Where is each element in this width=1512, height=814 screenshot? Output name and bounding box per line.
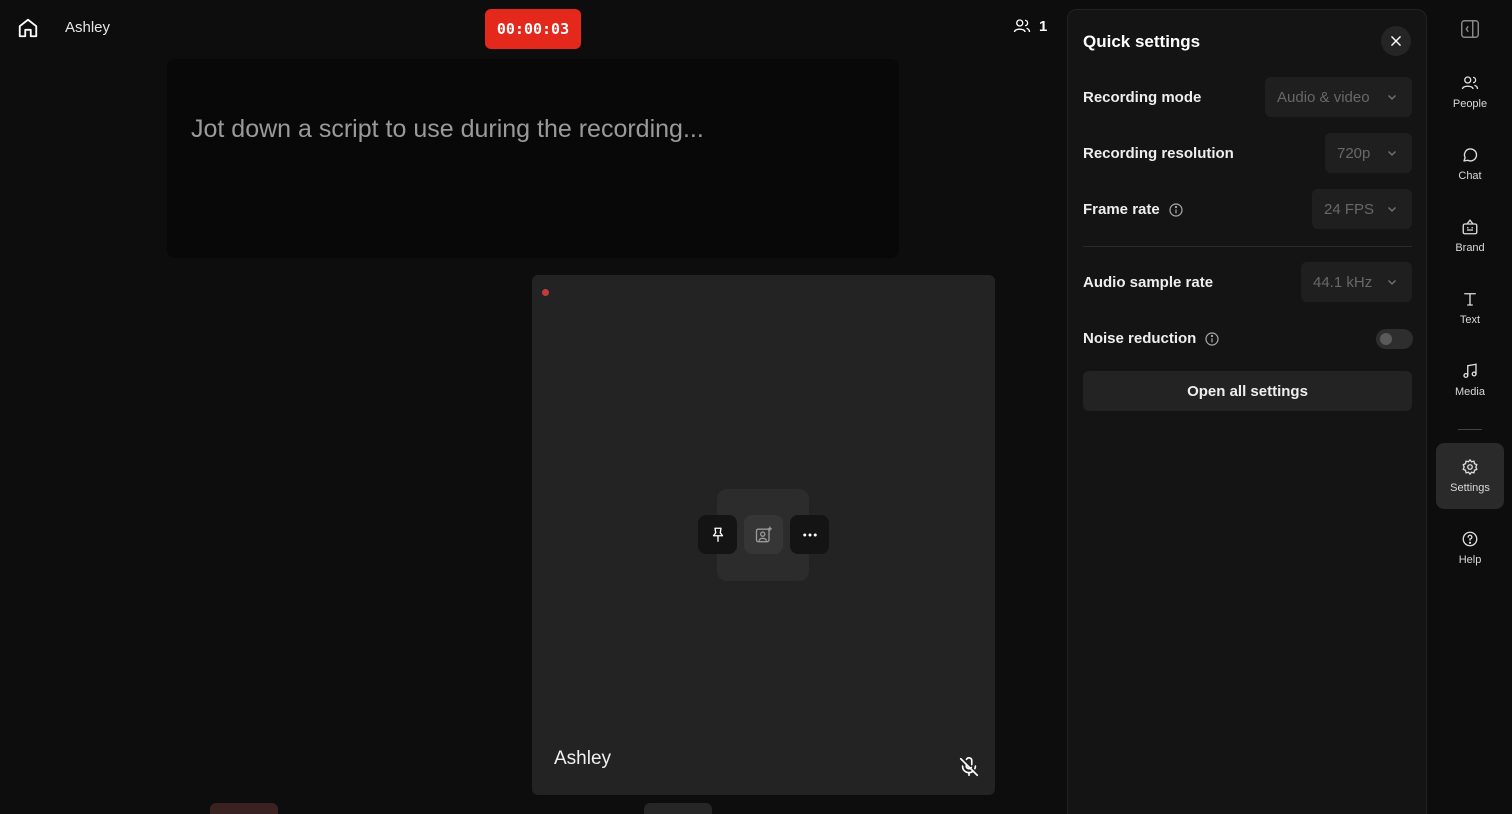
frame-rate-text: Frame rate bbox=[1083, 201, 1160, 218]
recording-mode-label: Recording mode bbox=[1083, 89, 1201, 106]
rail-label: Chat bbox=[1458, 170, 1482, 182]
sidebar-toggle-icon bbox=[1461, 20, 1479, 38]
text-icon bbox=[1464, 293, 1476, 306]
rail-label: Settings bbox=[1450, 482, 1490, 494]
studio-name: Ashley bbox=[65, 19, 111, 36]
noise-reduction-toggle[interactable] bbox=[1376, 329, 1413, 349]
participant-count: 1 bbox=[1039, 17, 1048, 35]
frame-rate-value: 24 FPS bbox=[1324, 200, 1375, 218]
toggle-sidebar-button[interactable] bbox=[1459, 18, 1481, 40]
recording-mode-select[interactable]: Audio & video bbox=[1265, 77, 1412, 117]
participant-count-button[interactable]: 1 bbox=[1013, 17, 1047, 35]
recording-mode-value: Audio & video bbox=[1277, 88, 1370, 106]
image-add-icon bbox=[755, 526, 772, 542]
home-icon bbox=[18, 18, 38, 38]
chevron-down-icon bbox=[1388, 280, 1396, 285]
more-options-button[interactable] bbox=[790, 515, 829, 554]
frame-rate-label: Frame rate bbox=[1083, 201, 1184, 218]
close-panel-button[interactable] bbox=[1381, 26, 1411, 56]
recording-resolution-select[interactable]: 720p bbox=[1325, 133, 1412, 173]
rail-item-settings[interactable]: Settings bbox=[1436, 443, 1504, 509]
recording-resolution-text: Recording resolution bbox=[1083, 145, 1234, 162]
rail-label: Brand bbox=[1455, 242, 1485, 254]
settings-divider bbox=[1083, 246, 1412, 247]
audio-sample-rate-label: Audio sample rate bbox=[1083, 274, 1213, 291]
rail-item-chat[interactable]: Chat bbox=[1436, 131, 1504, 197]
rail-divider bbox=[1458, 429, 1482, 430]
participant-name: Ashley bbox=[554, 748, 612, 769]
rail-label: Media bbox=[1455, 386, 1485, 398]
open-all-settings-button[interactable]: Open all settings bbox=[1083, 371, 1412, 411]
audio-sample-rate-value: 44.1 kHz bbox=[1313, 273, 1373, 291]
people-icon bbox=[1461, 76, 1479, 90]
frame-rate-select[interactable]: 24 FPS bbox=[1312, 189, 1412, 229]
people-icon bbox=[1013, 19, 1031, 33]
panel-title: Quick settings bbox=[1083, 32, 1201, 51]
help-icon bbox=[1462, 531, 1478, 547]
script-editor[interactable]: Jot down a script to use during the reco… bbox=[167, 59, 899, 258]
rail-label: Help bbox=[1458, 554, 1482, 566]
recording-mode-text: Recording mode bbox=[1083, 89, 1202, 106]
bottom-toolbar-edge bbox=[644, 803, 712, 814]
rail-item-help[interactable]: Help bbox=[1436, 515, 1504, 581]
chevron-down-icon bbox=[1388, 95, 1396, 100]
gear-icon bbox=[1462, 458, 1478, 476]
rail-label: People bbox=[1452, 98, 1488, 110]
studio-root: Ashley 00:00:03 1 Jot down a script to u… bbox=[0, 0, 1512, 814]
audio-sample-rate-select[interactable]: 44.1 kHz bbox=[1301, 262, 1412, 302]
recording-resolution-value: 720p bbox=[1337, 144, 1371, 162]
recording-resolution-label: Recording resolution bbox=[1083, 145, 1234, 162]
more-icon bbox=[802, 533, 817, 536]
participant-video-tile[interactable]: Ashley bbox=[532, 275, 995, 795]
chat-icon bbox=[1463, 148, 1478, 162]
noise-reduction-label: Noise reduction bbox=[1083, 330, 1220, 347]
script-placeholder: Jot down a script to use during the reco… bbox=[191, 115, 704, 143]
info-icon[interactable] bbox=[1168, 202, 1184, 218]
rail-label: Text bbox=[1459, 314, 1481, 326]
quick-settings-panel: Quick settings Recording mode Audio & vi… bbox=[1067, 9, 1427, 814]
info-icon[interactable] bbox=[1204, 331, 1220, 347]
home-button[interactable] bbox=[14, 14, 42, 42]
music-note-icon bbox=[1463, 363, 1477, 379]
brand-icon bbox=[1462, 219, 1478, 235]
rail-item-media[interactable]: Media bbox=[1436, 347, 1504, 413]
rail-item-text[interactable]: Text bbox=[1436, 275, 1504, 341]
recording-timer[interactable]: 00:00:03 bbox=[485, 9, 581, 49]
mic-muted-button[interactable] bbox=[958, 756, 980, 778]
pin-icon bbox=[712, 527, 723, 542]
noise-reduction-text: Noise reduction bbox=[1083, 330, 1197, 347]
audio-sample-rate-text: Audio sample rate bbox=[1083, 274, 1214, 291]
rail-item-brand[interactable]: Brand bbox=[1436, 203, 1504, 269]
close-icon bbox=[1391, 36, 1401, 46]
toggle-knob bbox=[1380, 333, 1392, 345]
mic-off-icon bbox=[959, 757, 979, 777]
pin-button[interactable] bbox=[698, 515, 737, 554]
chevron-down-icon bbox=[1388, 207, 1396, 212]
chevron-down-icon bbox=[1388, 151, 1396, 156]
change-avatar-button[interactable] bbox=[744, 515, 783, 554]
bottom-toolbar-edge bbox=[210, 803, 278, 814]
rail-item-people[interactable]: People bbox=[1436, 59, 1504, 125]
recording-indicator bbox=[542, 289, 549, 296]
